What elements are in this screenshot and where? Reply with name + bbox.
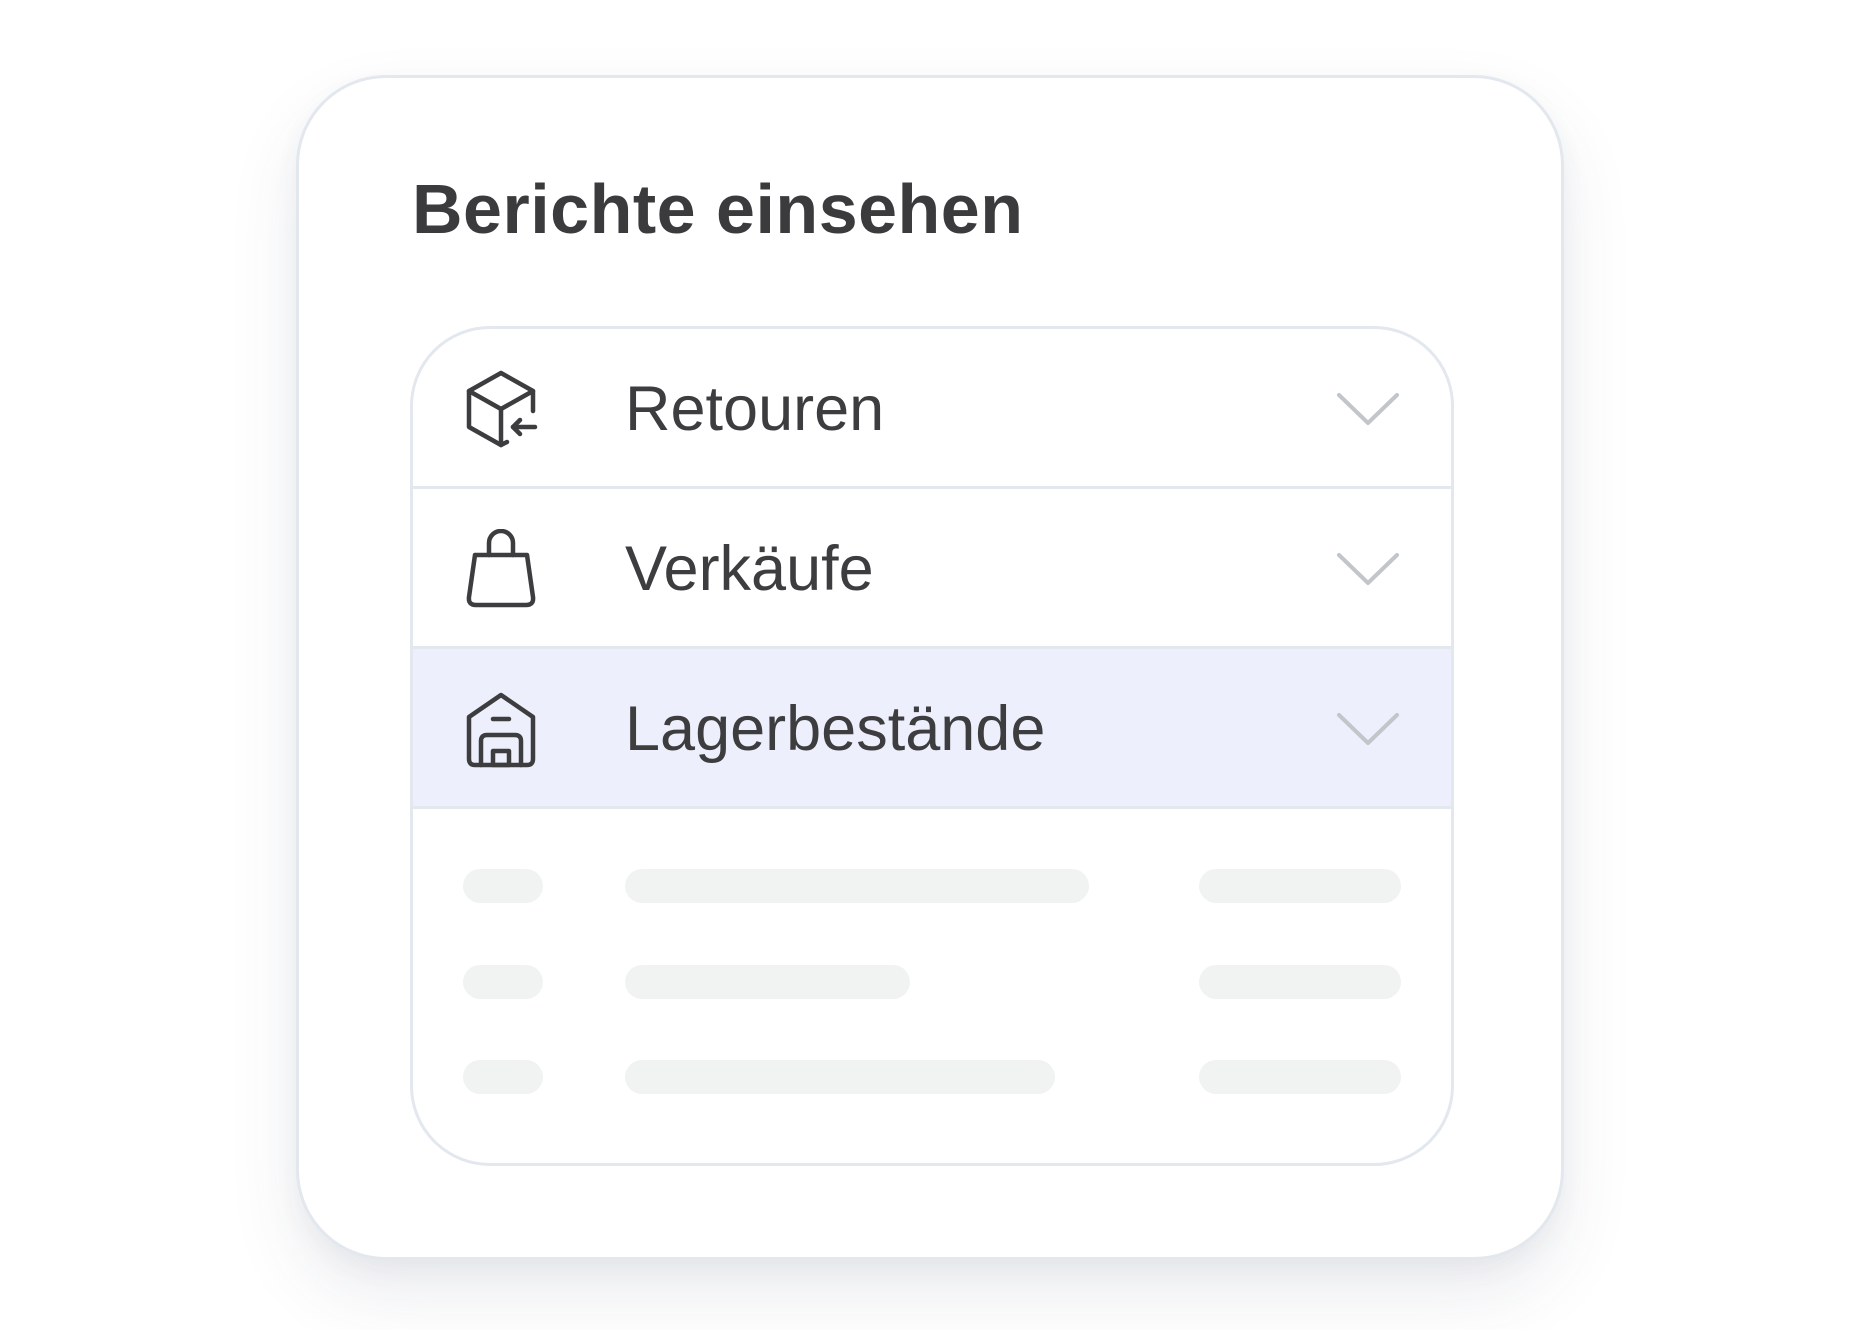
chevron-down-icon[interactable] <box>1335 389 1401 429</box>
reports-card: Berichte einsehen Retouren Verkäufe Lage… <box>296 75 1564 1260</box>
warehouse-icon <box>463 689 539 769</box>
skeleton-bar <box>1199 1060 1401 1094</box>
chevron-down-icon[interactable] <box>1335 709 1401 749</box>
box-return-icon <box>463 369 539 449</box>
chevron-down-icon[interactable] <box>1335 549 1401 589</box>
skeleton-bar <box>463 965 543 999</box>
skeleton-bar <box>463 869 543 903</box>
accordion-item-label: Lagerbestände <box>625 694 1046 764</box>
skeleton-bar <box>1199 965 1401 999</box>
card-title: Berichte einsehen <box>412 170 1024 248</box>
report-accordion: Retouren Verkäufe Lagerbestände <box>410 326 1454 1166</box>
skeleton-bar <box>1199 869 1401 903</box>
skeleton-bar <box>463 1060 543 1094</box>
skeleton-bar <box>625 965 910 999</box>
accordion-item-label: Verkäufe <box>625 534 874 604</box>
skeleton-bar <box>625 1060 1055 1094</box>
accordion-item-retouren[interactable]: Retouren <box>413 329 1451 489</box>
accordion-item-label: Retouren <box>625 374 885 444</box>
skeleton-bar <box>625 869 1089 903</box>
shopping-bag-icon <box>463 529 539 609</box>
accordion-item-verkaeufe[interactable]: Verkäufe <box>413 489 1451 649</box>
accordion-item-lagerbestaende[interactable]: Lagerbestände <box>413 649 1451 809</box>
